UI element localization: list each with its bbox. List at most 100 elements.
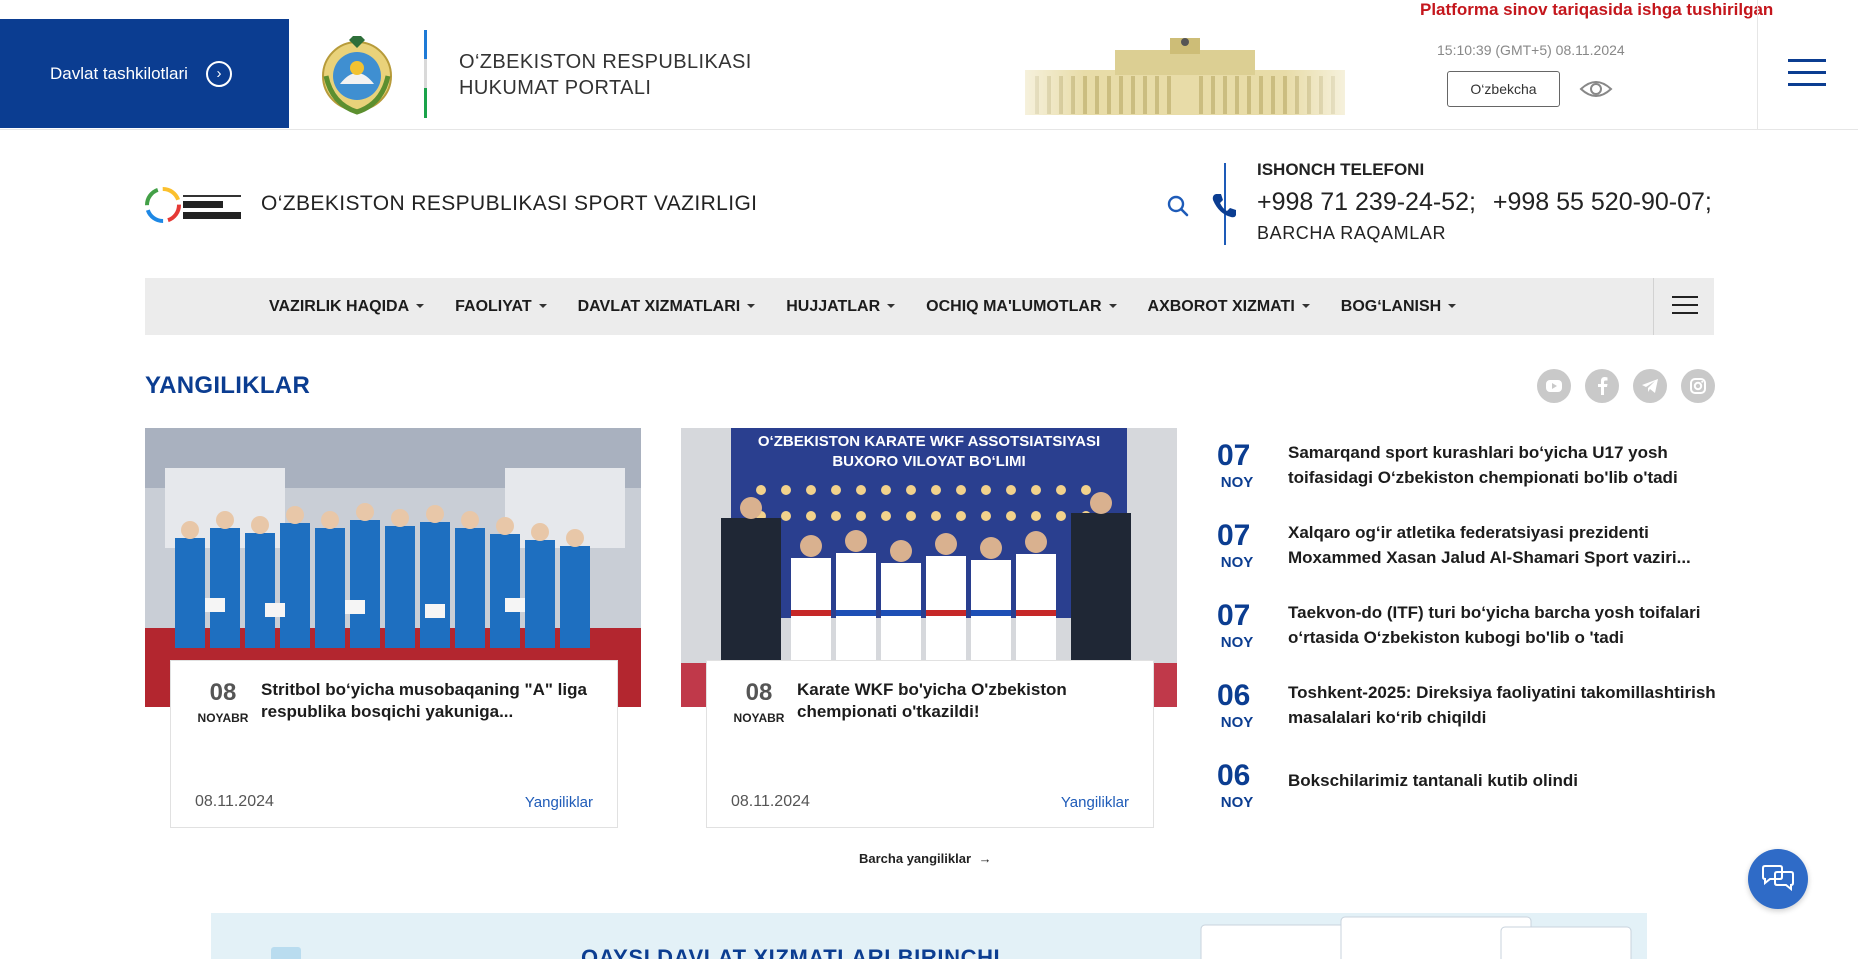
nav-item-label: OCHIQ MA'LUMOTLAR <box>926 297 1102 315</box>
gov-portal-title-line1: O‘ZBEKISTON RESPUBLIKASI <box>459 51 752 73</box>
caret-down-icon <box>1448 304 1457 309</box>
side-news-month: NOY <box>1220 634 1254 651</box>
news-card-month: NOYABR <box>733 711 785 725</box>
side-news-title[interactable]: Taekvon-do (ITF) turi bo‘yicha barcha yo… <box>1288 600 1718 650</box>
phone-number[interactable]: +998 55 520-90-07; <box>1493 188 1712 216</box>
nav-burger-separator <box>1653 278 1654 335</box>
side-news-item[interactable]: 06 NOY Bokschilarimiz tantanali kutib ol… <box>1217 760 1717 820</box>
government-building-image <box>985 30 1385 120</box>
side-news-month: NOY <box>1220 554 1254 571</box>
caret-down-icon <box>538 304 547 309</box>
facebook-icon[interactable] <box>1585 369 1619 403</box>
news-card-month: NOYABR <box>197 711 249 725</box>
tricolor-divider <box>424 30 427 118</box>
side-news-day: 07 <box>1217 599 1251 632</box>
ministry-logo[interactable] <box>145 185 243 225</box>
news-card-category[interactable]: Yangiliklar <box>525 794 593 811</box>
arrow-right-icon: › <box>205 60 232 87</box>
news-card-category[interactable]: Yangiliklar <box>1061 794 1129 811</box>
side-news-month: NOY <box>1220 714 1254 731</box>
news-card-box[interactable]: 08 NOYABR Stritbol bo‘yicha musobaqaning… <box>170 660 618 828</box>
main-nav: VAZIRLIK HAQIDA FAOLIYAT DAVLAT XIZMATLA… <box>145 278 1714 335</box>
chat-button[interactable] <box>1748 849 1808 909</box>
all-numbers-link[interactable]: BARCHA RAQAMLAR <box>1257 223 1446 244</box>
arrow-right-icon: → <box>978 851 992 866</box>
news-card-title[interactable]: Karate WKF bo'yicha O'zbekiston chempion… <box>797 679 1137 723</box>
phone-icon <box>1212 194 1236 218</box>
state-emblem-icon[interactable] <box>318 34 396 116</box>
side-news-day: 06 <box>1217 679 1251 712</box>
side-news-month: NOY <box>1220 474 1254 491</box>
gov-clock: 15:10:39 (GMT+5) 08.11.2024 <box>1437 42 1625 58</box>
news-card-day: 08 <box>745 679 773 706</box>
news-card-date: 08.11.2024 <box>731 793 810 810</box>
side-news-item[interactable]: 06 NOY Toshkent-2025: Direksiya faoliyat… <box>1217 680 1717 740</box>
all-news-link[interactable]: Barcha yangiliklar → <box>859 851 992 866</box>
side-news-title[interactable]: Samarqand sport kurashlari bo‘yicha U17 … <box>1288 440 1718 490</box>
side-news-day: 06 <box>1217 759 1251 792</box>
nav-item-label: HUJJATLAR <box>786 297 881 315</box>
hotline-phones: +998 71 239-24-52; +998 55 520-90-07; <box>1257 188 1722 217</box>
news-card: O‘ZBEKISTON KARATE WKF ASSOTSIATSIYASI B… <box>681 428 1177 828</box>
side-news-title[interactable]: Bokschilarimiz tantanali kutib olindi <box>1288 768 1718 793</box>
news-card-day: 08 <box>209 679 237 706</box>
caret-down-icon <box>887 304 896 309</box>
news-card-date: 08.11.2024 <box>195 793 274 810</box>
side-news-item[interactable]: 07 NOY Samarqand sport kurashlari bo‘yic… <box>1217 440 1717 500</box>
side-news-item[interactable]: 07 NOY Xalqaro og‘ir atletika federatsiy… <box>1217 520 1717 580</box>
platform-notice: Platforma sinov tariqasida ishga tushiri… <box>1420 0 1774 19</box>
promo-banner[interactable]: QAYSI DAVLAT XIZMATLARI BIRINCHI <box>211 913 1647 959</box>
nav-item-label: BOG‘LANISH <box>1340 297 1442 315</box>
nav-item-ochiq-malumotlar[interactable]: OCHIQ MA'LUMOTLAR <box>926 297 1117 316</box>
ministry-title[interactable]: O‘ZBEKISTON RESPUBLIKASI SPORT VAZIRLIGI <box>261 192 757 216</box>
nav-item-axborot-xizmati[interactable]: AXBOROT XIZMATI <box>1148 298 1310 316</box>
search-icon[interactable] <box>1166 194 1190 218</box>
gov-menu-separator <box>1757 0 1758 130</box>
side-news-day: 07 <box>1217 439 1251 472</box>
nav-item-hujjatlar[interactable]: HUJJATLAR <box>786 297 896 316</box>
eye-icon[interactable] <box>1579 77 1613 101</box>
nav-menu-icon[interactable] <box>1672 296 1698 316</box>
nav-item-label: DAVLAT XIZMATLARI <box>577 297 741 315</box>
news-card: 08 NOYABR Stritbol bo‘yicha musobaqaning… <box>145 428 641 828</box>
news-card-box[interactable]: 08 NOYABR Karate WKF bo'yicha O'zbekisto… <box>706 660 1154 828</box>
side-news-month: NOY <box>1220 794 1254 811</box>
photo-banner-line1: O‘ZBEKISTON KARATE WKF ASSOTSIATSIYASI <box>758 433 1100 450</box>
gov-top-bar: Davlat tashkilotlari › O‘ZBEKISTON RESPU… <box>0 0 1858 130</box>
promo-text: QAYSI DAVLAT XIZMATLARI BIRINCHI <box>581 945 1001 959</box>
side-news-title[interactable]: Toshkent-2025: Direksiya faoliyatini tak… <box>1288 680 1718 730</box>
nav-item-boglanish[interactable]: BOG‘LANISH <box>1340 297 1457 316</box>
nav-item-davlat-xizmatlari[interactable]: DAVLAT XIZMATLARI <box>578 298 756 316</box>
nav-item-faoliyat[interactable]: FAOLIYAT <box>455 297 547 316</box>
all-news-label: Barcha yangiliklar <box>859 851 971 866</box>
side-news-day: 07 <box>1217 519 1251 552</box>
nav-item-label: AXBOROT XIZMATI <box>1147 297 1295 315</box>
nav-item-label: FAOLIYAT <box>455 297 532 315</box>
social-links <box>1537 369 1729 403</box>
nav-items: VAZIRLIK HAQIDA FAOLIYAT DAVLAT XIZMATLA… <box>269 278 1487 335</box>
gov-orgs-button[interactable]: Davlat tashkilotlari › <box>0 19 289 128</box>
instagram-icon[interactable] <box>1681 369 1715 403</box>
hotline-label: ISHONCH TELEFONI <box>1257 160 1425 179</box>
gov-menu-icon[interactable] <box>1788 59 1826 89</box>
nav-item-label: VAZIRLIK HAQIDA <box>269 297 410 315</box>
nav-item-vazirlik-haqida[interactable]: VAZIRLIK HAQIDA <box>269 297 425 316</box>
caret-down-icon <box>1301 304 1310 309</box>
caret-down-icon <box>1108 304 1117 309</box>
gov-orgs-label: Davlat tashkilotlari <box>50 63 188 83</box>
photo-banner-line2: BUXORO VILOYAT BO‘LIMI <box>832 453 1025 470</box>
news-card-title[interactable]: Stritbol bo‘yicha musobaqaning "A" liga … <box>261 679 601 723</box>
side-news-title[interactable]: Xalqaro og‘ir atletika federatsiyasi pre… <box>1288 520 1718 570</box>
gov-portal-title-line2: HUKUMAT PORTALI <box>459 77 652 99</box>
news-heading[interactable]: YANGILIKLAR <box>145 372 310 400</box>
telegram-icon[interactable] <box>1633 369 1667 403</box>
phone-number[interactable]: +998 71 239-24-52; <box>1257 188 1476 216</box>
language-select[interactable]: O‘zbekcha <box>1447 71 1560 107</box>
caret-down-icon <box>416 304 425 309</box>
page: Davlat tashkilotlari › O‘ZBEKISTON RESPU… <box>0 0 1858 959</box>
caret-down-icon <box>747 304 756 309</box>
side-news-item[interactable]: 07 NOY Taekvon-do (ITF) turi bo‘yicha ba… <box>1217 600 1717 660</box>
gov-portal-title[interactable]: O‘ZBEKISTON RESPUBLIKASI HUKUMAT PORTALI <box>459 49 752 101</box>
chat-icon <box>1762 865 1794 892</box>
youtube-icon[interactable] <box>1537 369 1571 403</box>
